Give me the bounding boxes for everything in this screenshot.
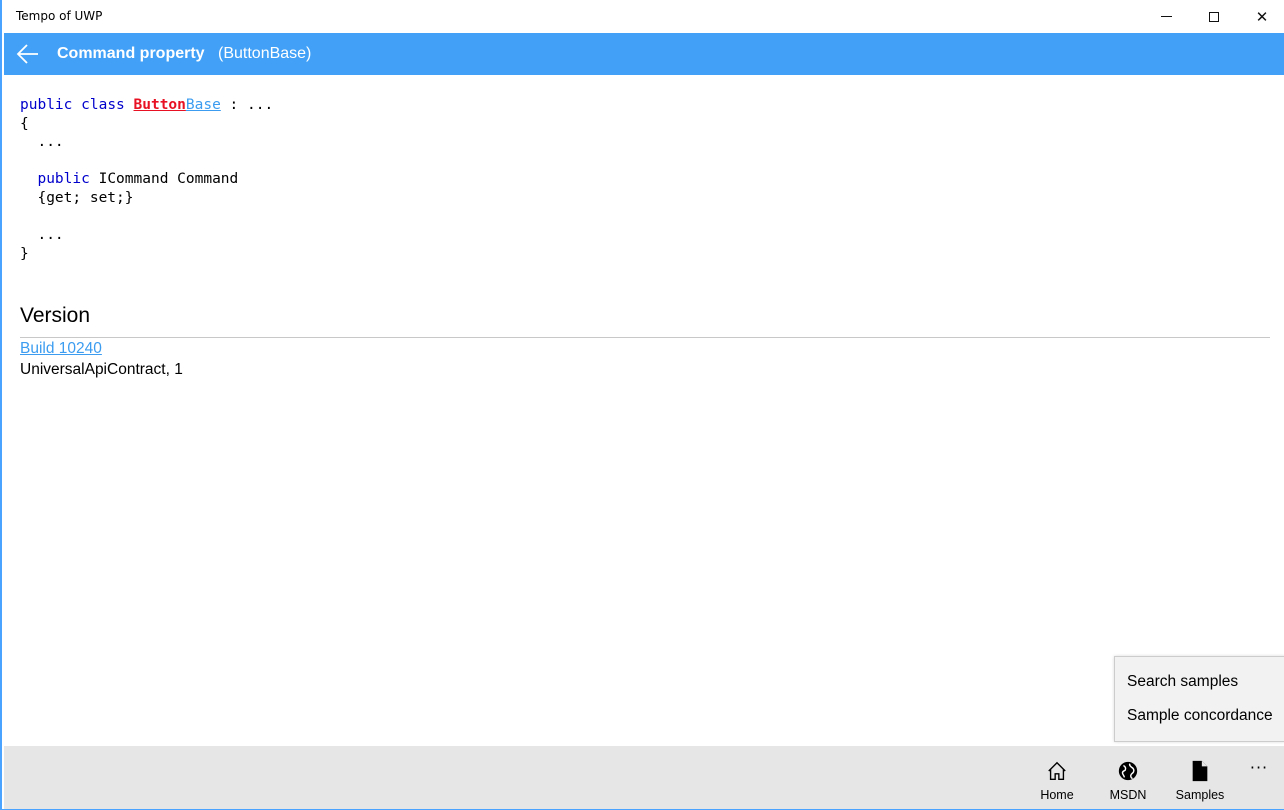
class-name-link-button[interactable]: Button [134,97,186,113]
samples-button[interactable]: Samples [1165,746,1235,809]
api-contract-text: UniversalApiContract, 1 [20,361,183,378]
maximize-button[interactable] [1190,0,1238,33]
home-button[interactable]: Home [1022,746,1092,809]
home-icon [1048,761,1066,780]
back-button[interactable] [8,33,48,75]
title-bar: Tempo of UWP ✕ [4,0,1284,33]
back-arrow-icon [16,44,38,64]
page-subtitle: (ButtonBase) [218,45,312,62]
home-label: Home [1040,788,1074,802]
code-line-5: public ICommand Command [20,170,273,189]
samples-label: Samples [1175,788,1225,802]
app-title: Tempo of UWP [16,9,103,23]
overflow-menu: Search samples Sample concordance [1114,656,1284,742]
minimize-icon [1160,16,1172,17]
more-options-button[interactable]: ··· [1244,758,1274,778]
page-header: Command property (ButtonBase) [4,33,1284,75]
code-keyword: public [37,171,90,188]
code-keyword: class [81,97,125,113]
close-icon: ✕ [1255,7,1269,26]
menu-item-search-samples[interactable]: Search samples [1127,673,1238,691]
code-line-8: ... [20,227,64,244]
minimize-button[interactable] [1142,0,1190,33]
page-title: Command property [57,45,205,62]
document-icon [1192,760,1208,782]
code-line-3: ... [20,134,64,151]
code-text: : ... [220,97,274,113]
code-keyword: public [20,97,73,113]
version-heading: Version [20,304,91,327]
code-text: ICommand Command [89,171,239,188]
close-button[interactable]: ✕ [1238,0,1284,33]
class-name-link-base[interactable]: Base [186,97,221,113]
build-link[interactable]: Build 10240 [20,340,102,358]
msdn-button[interactable]: MSDN [1093,746,1163,809]
maximize-icon [1209,11,1219,22]
code-line-2: { [20,115,29,132]
msdn-label: MSDN [1109,788,1147,802]
divider [20,337,1270,338]
code-line-9: } [20,245,29,262]
code-block: public class ButtonBase : ...{ ... publi… [20,96,273,263]
app-window: Tempo of UWP ✕ Command property (ButtonB… [0,0,1284,810]
command-bar: Home MSDN Samples ··· [4,746,1284,809]
globe-icon [1118,761,1138,781]
menu-item-sample-concordance[interactable]: Sample concordance [1127,707,1273,725]
code-line-1: public class ButtonBase : ... [20,96,273,115]
code-line-6: {get; set;} [20,189,134,206]
